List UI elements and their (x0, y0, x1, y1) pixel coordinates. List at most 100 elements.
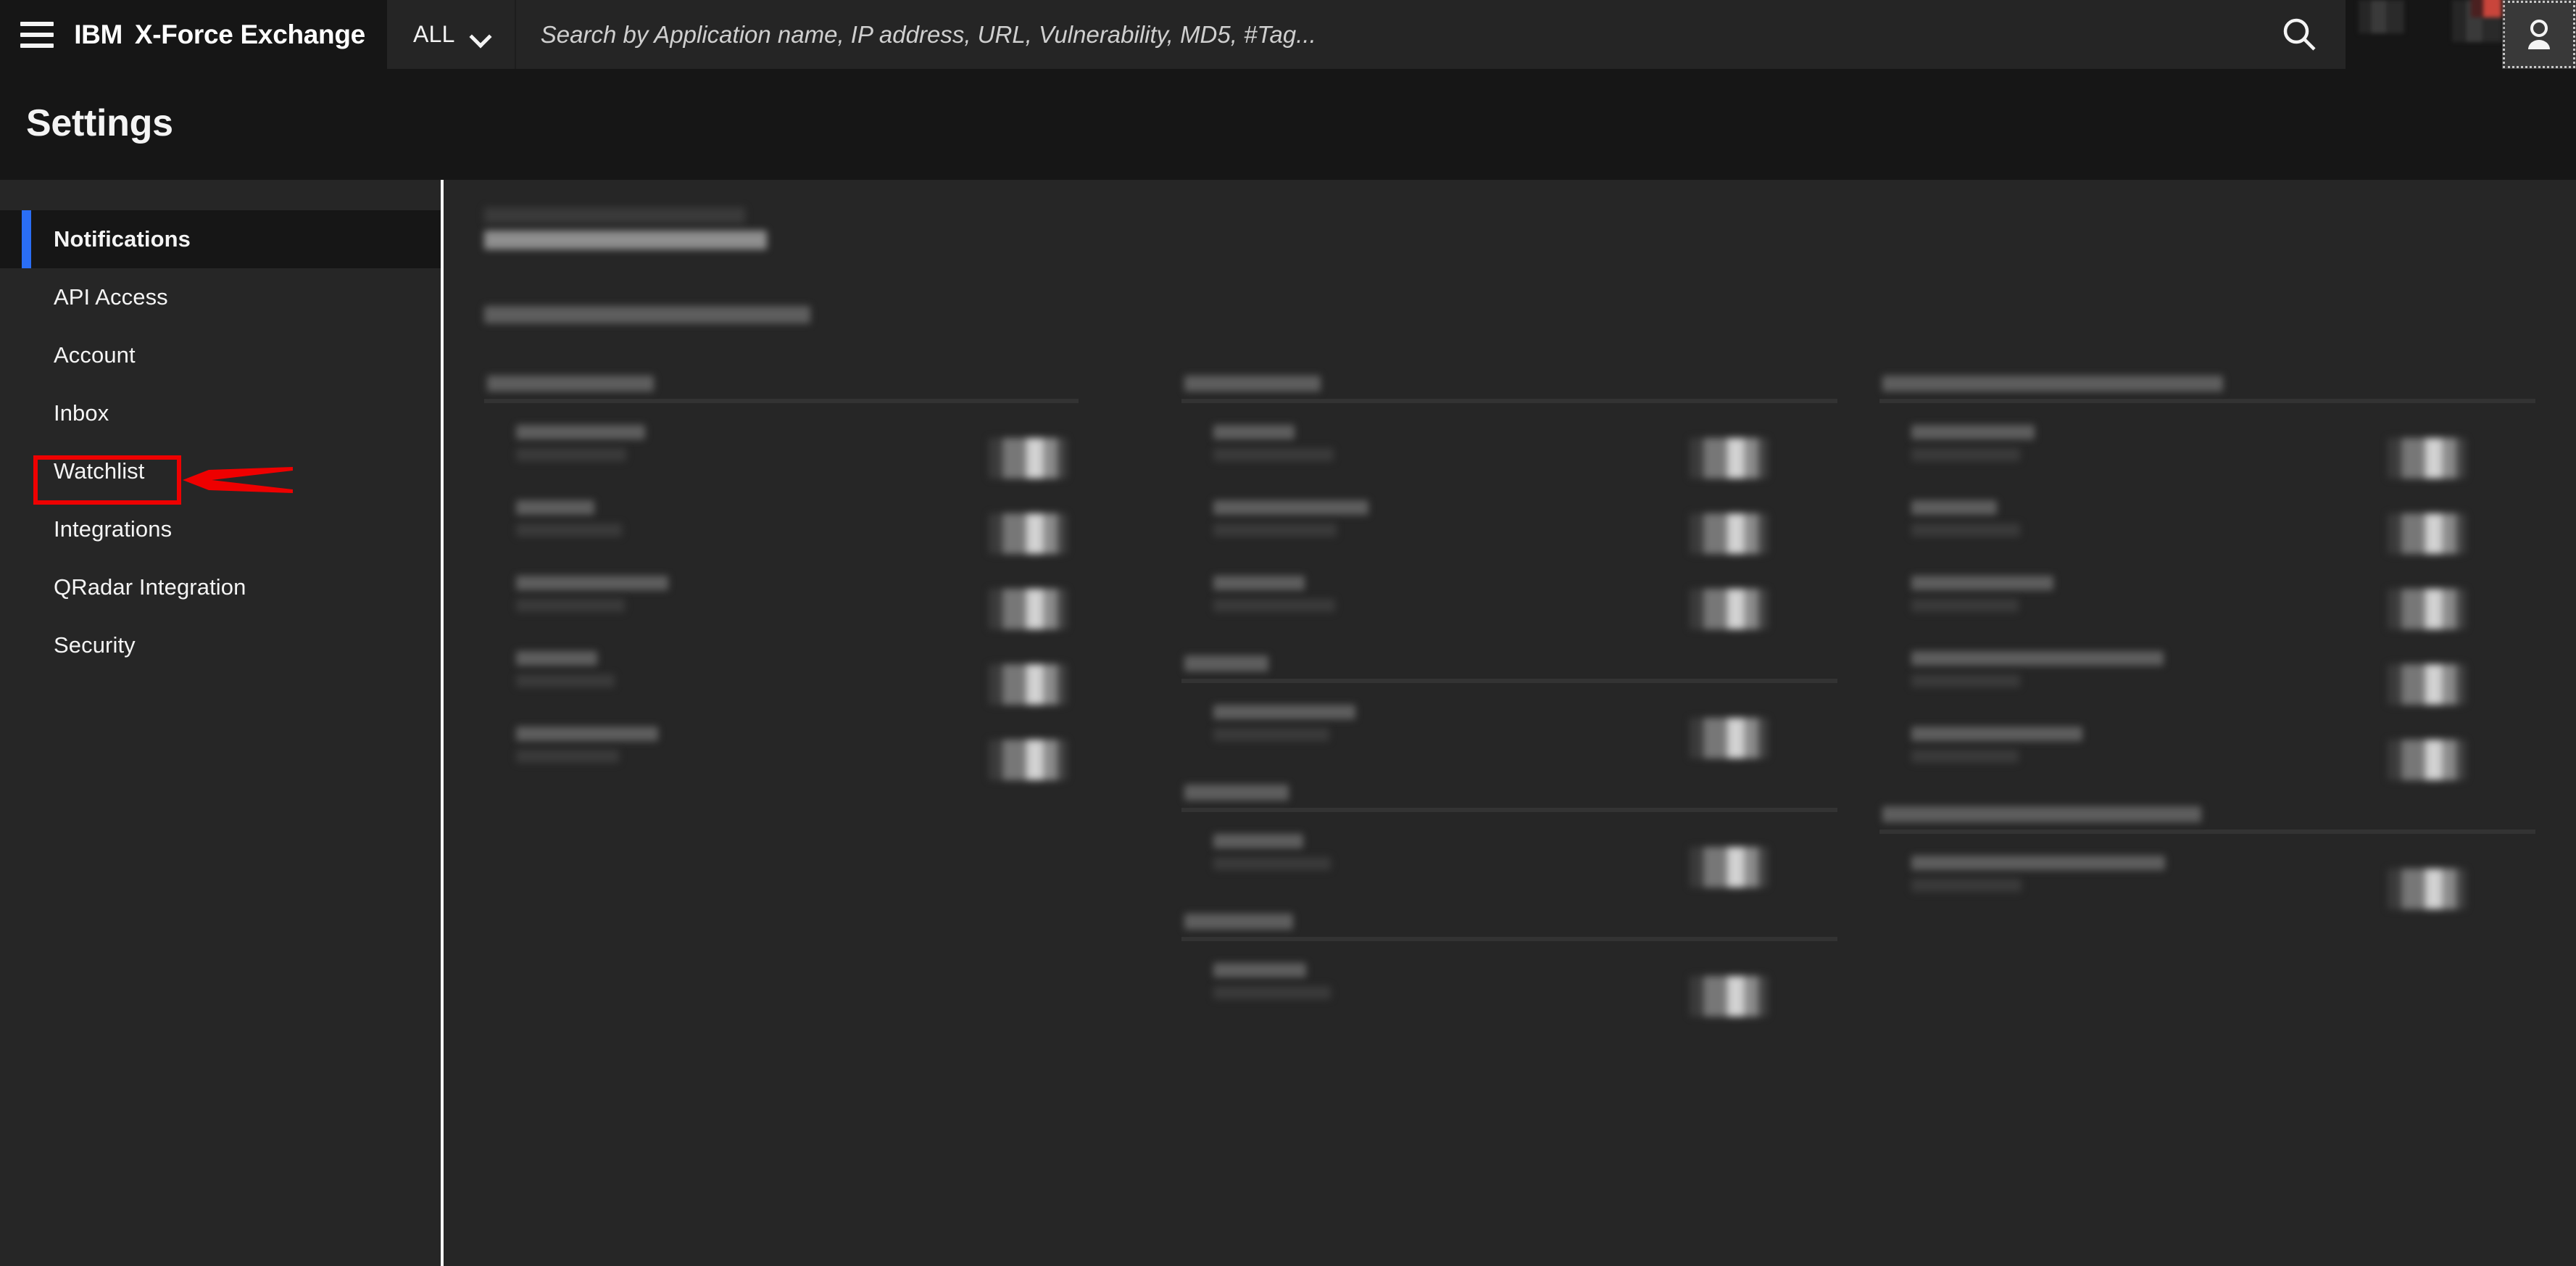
section-title-redacted (1181, 914, 1837, 930)
hamburger-bar-2 (20, 32, 54, 37)
notification-toggle[interactable] (989, 438, 1067, 479)
settings-section (1181, 914, 1837, 1038)
redacted-line (1184, 785, 1289, 800)
settings-section (484, 376, 1139, 802)
sidebar-item-api-access[interactable]: API Access (0, 268, 442, 326)
redacted-setting-description (1911, 448, 2020, 461)
redacted-setting-label (516, 425, 645, 439)
notification-setting-row (1879, 500, 2535, 576)
redacted-toolbar-item-1[interactable] (2358, 0, 2404, 33)
redacted-setting-label (1213, 500, 1368, 515)
redacted-setting-description (516, 750, 619, 763)
redacted-setting-label (516, 576, 668, 590)
notification-toggle[interactable] (2388, 869, 2466, 909)
notification-toggle[interactable] (1690, 976, 1768, 1017)
sidebar-item-label: Notifications (54, 226, 191, 252)
top-navigation-bar: IBM X-Force Exchange ALL (0, 0, 2576, 69)
hamburger-bar-3 (20, 43, 54, 48)
section-title-redacted (1879, 376, 2535, 392)
notification-setting-row (1879, 576, 2535, 651)
notification-toggle[interactable] (2388, 589, 2466, 629)
notification-setting-row (1181, 834, 1837, 909)
notification-setting-row (1879, 727, 2535, 802)
redacted-setting-label (1911, 856, 2165, 870)
redacted-setting-label (1911, 425, 2035, 439)
redacted-setting-label (1213, 963, 1306, 977)
redacted-setting-description (516, 674, 615, 687)
redacted-setting-description (1911, 879, 2022, 892)
redacted-setting-label (1213, 425, 1295, 439)
sidebar-item-label: Security (54, 632, 136, 658)
notification-setting-row (484, 651, 1139, 727)
redacted-toolbar-item-2[interactable] (2451, 0, 2502, 42)
search-scope-dropdown[interactable]: ALL (387, 0, 515, 69)
sidebar-item-label: QRadar Integration (54, 574, 246, 600)
notification-toggle[interactable] (989, 664, 1067, 705)
notification-toggle[interactable] (1690, 589, 1768, 629)
user-avatar-icon (2527, 19, 2550, 49)
sidebar-nav-list: Notifications API Access Account Inbox Watch… (0, 210, 442, 674)
notification-toggle[interactable] (1690, 438, 1768, 479)
settings-column (484, 376, 1139, 1043)
sidebar-item-notifications[interactable]: Notifications (0, 210, 442, 268)
sidebar-item-qradar-integration[interactable]: QRadar Integration (0, 558, 442, 616)
sidebar-item-account[interactable]: Account (0, 326, 442, 384)
notification-toggle[interactable] (2388, 740, 2466, 780)
section-title-redacted (1181, 655, 1837, 671)
search-scope-label: ALL (412, 21, 455, 47)
user-avatar-button[interactable] (2501, 0, 2576, 69)
sidebar-item-label: API Access (54, 284, 168, 310)
global-search-bar: ALL (386, 0, 2346, 69)
redacted-line (484, 207, 745, 223)
notification-setting-row (1181, 500, 1837, 576)
notification-toggle[interactable] (989, 589, 1067, 629)
notification-setting-row (484, 576, 1139, 651)
sidebar-item-security[interactable]: Security (0, 616, 442, 674)
sidebar-item-integrations[interactable]: Integrations (0, 500, 442, 558)
brand-logo-link[interactable]: IBM X-Force Exchange (74, 0, 387, 69)
redacted-setting-description (516, 524, 622, 537)
notification-toggle[interactable] (2388, 513, 2466, 554)
redacted-setting-label (1213, 576, 1305, 590)
redacted-setting-description (1213, 599, 1335, 612)
notification-toggle[interactable] (2388, 664, 2466, 705)
settings-content-panel (444, 180, 2576, 1266)
notification-toggle[interactable] (2388, 438, 2466, 479)
sidebar-top-strip (0, 180, 442, 210)
chevron-down-icon (471, 29, 490, 40)
redacted-setting-label (1213, 834, 1303, 848)
sidebar-item-label: Integrations (54, 516, 173, 542)
settings-section (1181, 376, 1837, 651)
search-icon (2284, 18, 2317, 51)
redacted-setting-description (1213, 857, 1331, 870)
redacted-setting-description (516, 599, 625, 612)
notification-toggle[interactable] (989, 513, 1067, 554)
settings-section (1181, 655, 1837, 780)
redacted-setting-label (516, 651, 597, 666)
notification-toggle[interactable] (1690, 847, 1768, 888)
redacted-setting-description (1911, 599, 2019, 612)
hamburger-menu-icon[interactable] (0, 0, 74, 69)
notification-setting-row (1181, 576, 1837, 651)
notification-toggle[interactable] (1690, 718, 1768, 758)
settings-section (1879, 376, 2535, 802)
notification-setting-row (484, 500, 1139, 576)
redacted-setting-label (1213, 705, 1355, 719)
notification-setting-row (1181, 425, 1837, 500)
brand-product-label: X-Force Exchange (134, 19, 365, 49)
redacted-setting-description (1213, 728, 1329, 741)
sidebar-item-label: Inbox (54, 400, 109, 426)
section-divider (1879, 829, 2535, 834)
sidebar-item-inbox[interactable]: Inbox (0, 384, 442, 442)
redacted-setting-label (1911, 727, 2082, 741)
redacted-line (1184, 655, 1268, 671)
notification-setting-row (1181, 963, 1837, 1038)
notification-toggle[interactable] (989, 740, 1067, 780)
redacted-line (1184, 914, 1293, 930)
search-input[interactable] (515, 0, 2255, 69)
notification-toggle[interactable] (1690, 513, 1768, 554)
redacted-setting-label (1911, 651, 2164, 666)
sidebar-item-watchlist[interactable]: Watchlist (0, 442, 442, 500)
search-submit-button[interactable] (2255, 0, 2346, 69)
redacted-setting-description (1213, 986, 1331, 999)
